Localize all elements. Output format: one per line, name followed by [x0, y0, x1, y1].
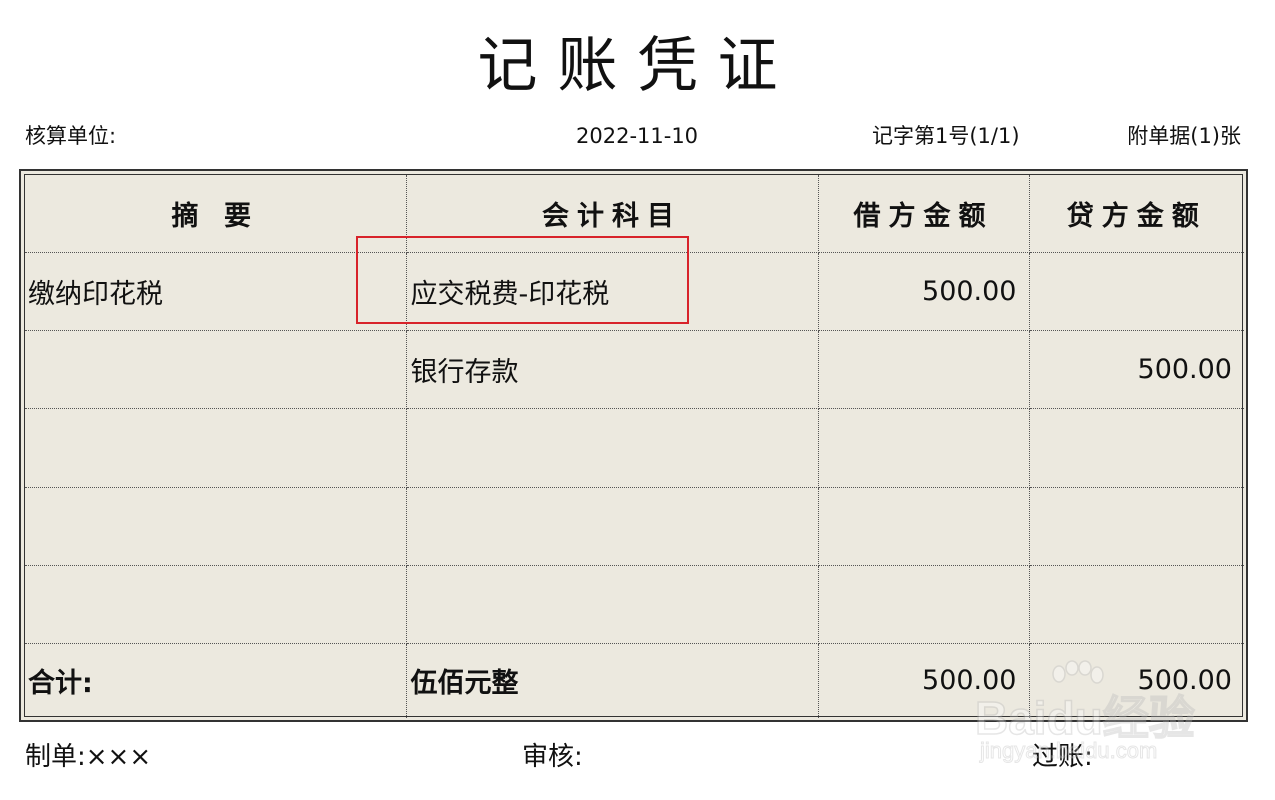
preparer-signature: 制单:×××	[25, 742, 152, 772]
row-debit[interactable]: 500.00	[817, 251, 1030, 331]
row-credit[interactable]	[1028, 407, 1244, 488]
table-row	[25, 564, 1244, 644]
row-credit[interactable]: 500.00	[1028, 329, 1244, 409]
header-debit: 借方金额	[817, 175, 1030, 253]
row-credit[interactable]	[1028, 564, 1244, 644]
row-summary[interactable]	[25, 564, 407, 644]
row-account[interactable]	[405, 564, 819, 644]
row-debit[interactable]	[817, 407, 1030, 488]
row-debit[interactable]	[817, 329, 1030, 409]
attachment-count: 附单据(1)张	[1127, 124, 1241, 148]
row-debit[interactable]	[817, 486, 1030, 566]
total-amount-in-words: 伍佰元整	[405, 642, 819, 718]
voucher-date: 2022-11-10	[576, 124, 699, 148]
row-account[interactable]: 银行存款	[405, 329, 819, 409]
row-account[interactable]	[405, 486, 819, 566]
header-credit: 贷方金额	[1028, 175, 1244, 253]
row-summary[interactable]	[25, 486, 407, 566]
table-row	[25, 407, 1244, 488]
voucher-number: 记字第1号(1/1)	[872, 124, 1020, 148]
reviewer-signature: 审核:	[522, 742, 583, 772]
row-account[interactable]	[405, 407, 819, 488]
row-summary[interactable]: 缴纳印花税	[25, 251, 407, 331]
baidu-watermark: Baidu经验 jingyan.baidu.com	[974, 660, 1210, 770]
row-summary[interactable]	[25, 329, 407, 409]
highlight-box	[356, 236, 689, 324]
row-debit[interactable]	[817, 564, 1030, 644]
row-credit[interactable]	[1028, 251, 1244, 331]
header-summary: 摘 要	[25, 175, 407, 253]
watermark-url: jingyan.baidu.com	[979, 738, 1158, 764]
total-label: 合计:	[25, 642, 407, 718]
row-summary[interactable]	[25, 407, 407, 488]
accounting-unit-label: 核算单位:	[25, 124, 117, 148]
row-credit[interactable]	[1028, 486, 1244, 566]
voucher-title: 记账凭证	[477, 31, 798, 101]
table-row: 银行存款 500.00	[25, 329, 1244, 409]
table-row	[25, 486, 1244, 566]
